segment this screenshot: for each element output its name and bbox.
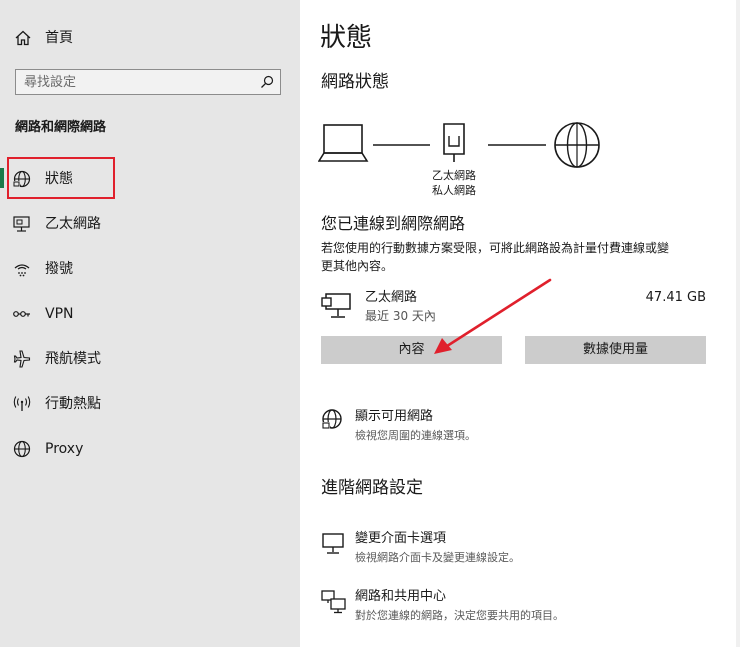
diagram-adapter-name: 乙太網路 [432,169,476,182]
sidebar-item-ethernet[interactable]: 乙太網路 [0,202,300,246]
connected-desc-line2: 更其他內容。 [321,259,394,273]
sharing-center-icon [321,590,346,614]
connected-desc-line1: 若您使用的行動數據方案受限，可將此網路設為計量付費連線或變 [321,241,670,255]
advanced-heading: 進階網路設定 [321,478,423,498]
annotation-arrow [434,278,552,354]
sidebar-item-proxy[interactable]: Proxy [0,427,300,471]
ethernet-icon [13,216,30,232]
sidebar-section-title: 網路和網際網路 [15,120,107,135]
sidebar-item-label: Proxy [45,441,84,457]
sidebar-item-airplane-mode[interactable]: 飛航模式 [0,337,300,381]
change-adapter-title: 變更介面卡選項 [355,531,447,546]
sharing-center-title: 網路和共用中心 [355,589,447,604]
search-box[interactable] [15,69,281,95]
globe-network-icon [322,409,342,430]
search-input[interactable] [24,73,254,91]
sidebar-item-label: 撥號 [45,261,73,277]
connected-heading: 您已連線到網際網路 [321,214,466,233]
airplane-icon [13,350,31,368]
search-icon[interactable] [260,75,274,89]
network-diagram [318,122,600,168]
home-label: 首頁 [45,30,73,46]
show-networks-title: 顯示可用網路 [355,409,434,424]
selection-indicator [0,168,4,188]
sidebar: 首頁 網路和網際網路 狀態 乙太網路 [0,0,300,647]
connection-usage: 47.41 GB [645,290,706,305]
connection-name: 乙太網路 [365,290,418,305]
hotspot-icon [13,396,31,411]
globe-icon [13,440,31,458]
show-networks-desc: 檢視您周圍的連線選項。 [355,429,476,442]
dialup-phone-icon [14,264,30,277]
sidebar-item-mobile-hotspot[interactable]: 行動熱點 [0,382,300,426]
page-title: 狀態 [320,23,373,53]
adapter-monitor-icon [322,533,344,554]
laptop-icon [318,124,369,162]
sidebar-item-label: 飛航模式 [45,351,101,367]
sidebar-item-dialup[interactable]: 撥號 [0,247,300,291]
highlight-box [7,157,115,199]
sharing-center-link[interactable]: 網路和共用中心 對於您連線的網路，決定您要共用的項目。 [318,586,618,626]
sharing-center-desc: 對於您連線的網路，決定您要共用的項目。 [355,609,564,622]
sidebar-item-label: 乙太網路 [45,216,101,232]
ethernet-port-icon [443,123,465,162]
home-nav-item[interactable]: 首頁 [0,17,300,61]
vpn-icon [13,311,30,317]
network-status-heading: 網路狀態 [321,72,389,92]
sidebar-item-label: VPN [45,306,74,322]
change-adapter-desc: 檢視網路介面卡及變更連線設定。 [355,551,520,564]
sidebar-item-vpn[interactable]: VPN [0,292,300,336]
change-adapter-link[interactable]: 變更介面卡選項 檢視網路介面卡及變更連線設定。 [318,528,618,568]
show-networks-link[interactable]: 顯示可用網路 檢視您周圍的連線選項。 [318,405,618,445]
ethernet-connection-icon [321,293,351,318]
internet-globe-icon [554,122,600,168]
scrollbar-track[interactable] [736,0,740,647]
home-icon [15,30,31,46]
sidebar-item-label: 行動熱點 [45,396,101,412]
diagram-adapter-type: 私人網路 [432,184,476,197]
